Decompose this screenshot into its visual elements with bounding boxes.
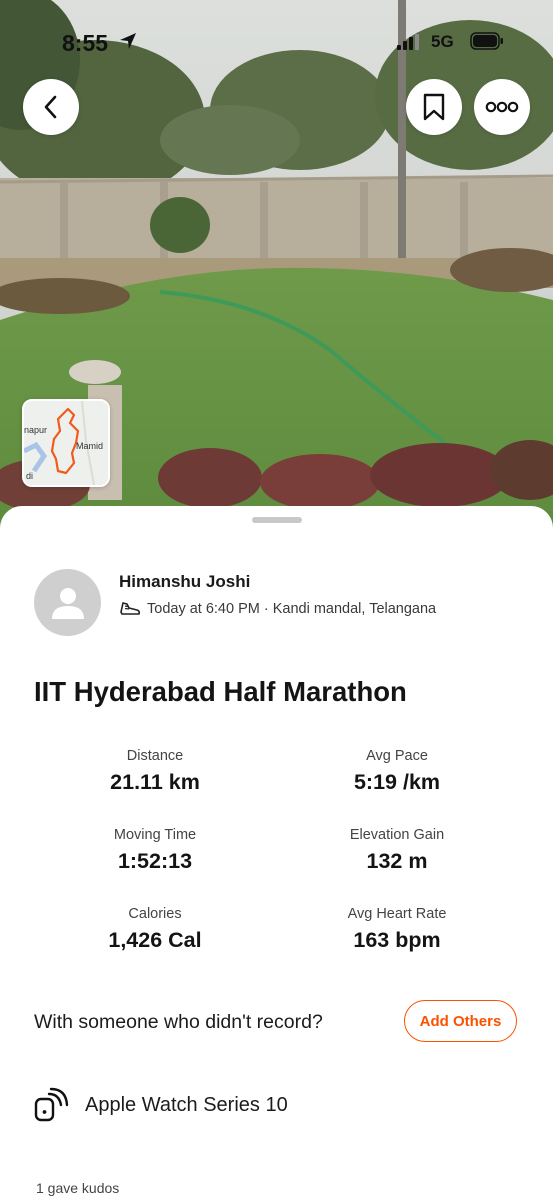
map-label: di bbox=[26, 471, 34, 481]
location-arrow-icon bbox=[120, 33, 136, 49]
stat-distance: Distance 21.11 km bbox=[45, 748, 265, 795]
stat-moving-time: Moving Time 1:52:13 bbox=[45, 827, 265, 874]
device-name: Apple Watch Series 10 bbox=[85, 1094, 288, 1116]
stat-value: 21.11 km bbox=[110, 770, 200, 794]
activity-photo[interactable]: 8:55 5G napur Mamid di bbox=[0, 0, 553, 540]
stat-label: Avg Pace bbox=[366, 748, 428, 764]
battery-icon bbox=[470, 32, 503, 50]
bookmark-icon bbox=[423, 93, 445, 121]
stat-elevation-gain: Elevation Gain 132 m bbox=[287, 827, 507, 874]
activity-meta: Today at 6:40 PM · Kandi mandal, Telanga… bbox=[119, 600, 436, 618]
status-time: 8:55 bbox=[62, 30, 109, 56]
route-map-thumbnail[interactable]: napur Mamid di bbox=[22, 399, 110, 487]
stat-value: 132 m bbox=[366, 849, 428, 873]
stat-label: Elevation Gain bbox=[349, 827, 445, 843]
avatar-icon bbox=[51, 587, 84, 619]
activity-title: IIT Hyderabad Half Marathon bbox=[34, 676, 407, 707]
device-icon bbox=[34, 1087, 69, 1122]
more-options-button[interactable] bbox=[474, 79, 530, 135]
status-bar: 8:55 5G bbox=[0, 0, 553, 84]
sheet-drag-handle[interactable] bbox=[252, 517, 302, 523]
athlete-name[interactable]: Himanshu Joshi bbox=[119, 572, 250, 592]
stat-value: 163 bpm bbox=[353, 928, 441, 952]
avatar[interactable] bbox=[34, 569, 101, 636]
map-label: napur bbox=[24, 425, 48, 435]
activity-details-sheet: Himanshu Joshi Today at 6:40 PM · Kandi … bbox=[0, 506, 553, 1200]
timestamp-location: Today at 6:40 PM · Kandi mandal, Telanga… bbox=[147, 601, 437, 617]
add-others-button[interactable]: Add Others bbox=[404, 1000, 517, 1042]
back-icon bbox=[44, 95, 57, 119]
network-type: 5G bbox=[431, 32, 454, 51]
back-button[interactable] bbox=[23, 79, 79, 135]
stat-label: Distance bbox=[126, 748, 184, 764]
stat-value: 1:52:13 bbox=[117, 849, 193, 873]
stat-avg-heart-rate: Avg Heart Rate 163 bpm bbox=[287, 906, 507, 953]
stat-value: 1,426 Cal bbox=[108, 928, 202, 952]
bookmark-button[interactable] bbox=[406, 79, 462, 135]
kudos-count[interactable]: 1 gave kudos bbox=[36, 1180, 119, 1196]
stat-value: 5:19 /km bbox=[353, 770, 441, 794]
map-label: Mamid bbox=[76, 441, 104, 451]
shoe-icon bbox=[120, 602, 141, 615]
stat-avg-pace: Avg Pace 5:19 /km bbox=[287, 748, 507, 795]
with-others-prompt: With someone who didn't record? bbox=[34, 1011, 323, 1033]
stat-label: Calories bbox=[128, 906, 182, 922]
stat-calories: Calories 1,426 Cal bbox=[45, 906, 265, 953]
stat-label: Avg Heart Rate bbox=[347, 906, 447, 922]
more-icon bbox=[485, 101, 519, 113]
signal-icon bbox=[397, 34, 419, 50]
stat-label: Moving Time bbox=[113, 827, 197, 843]
